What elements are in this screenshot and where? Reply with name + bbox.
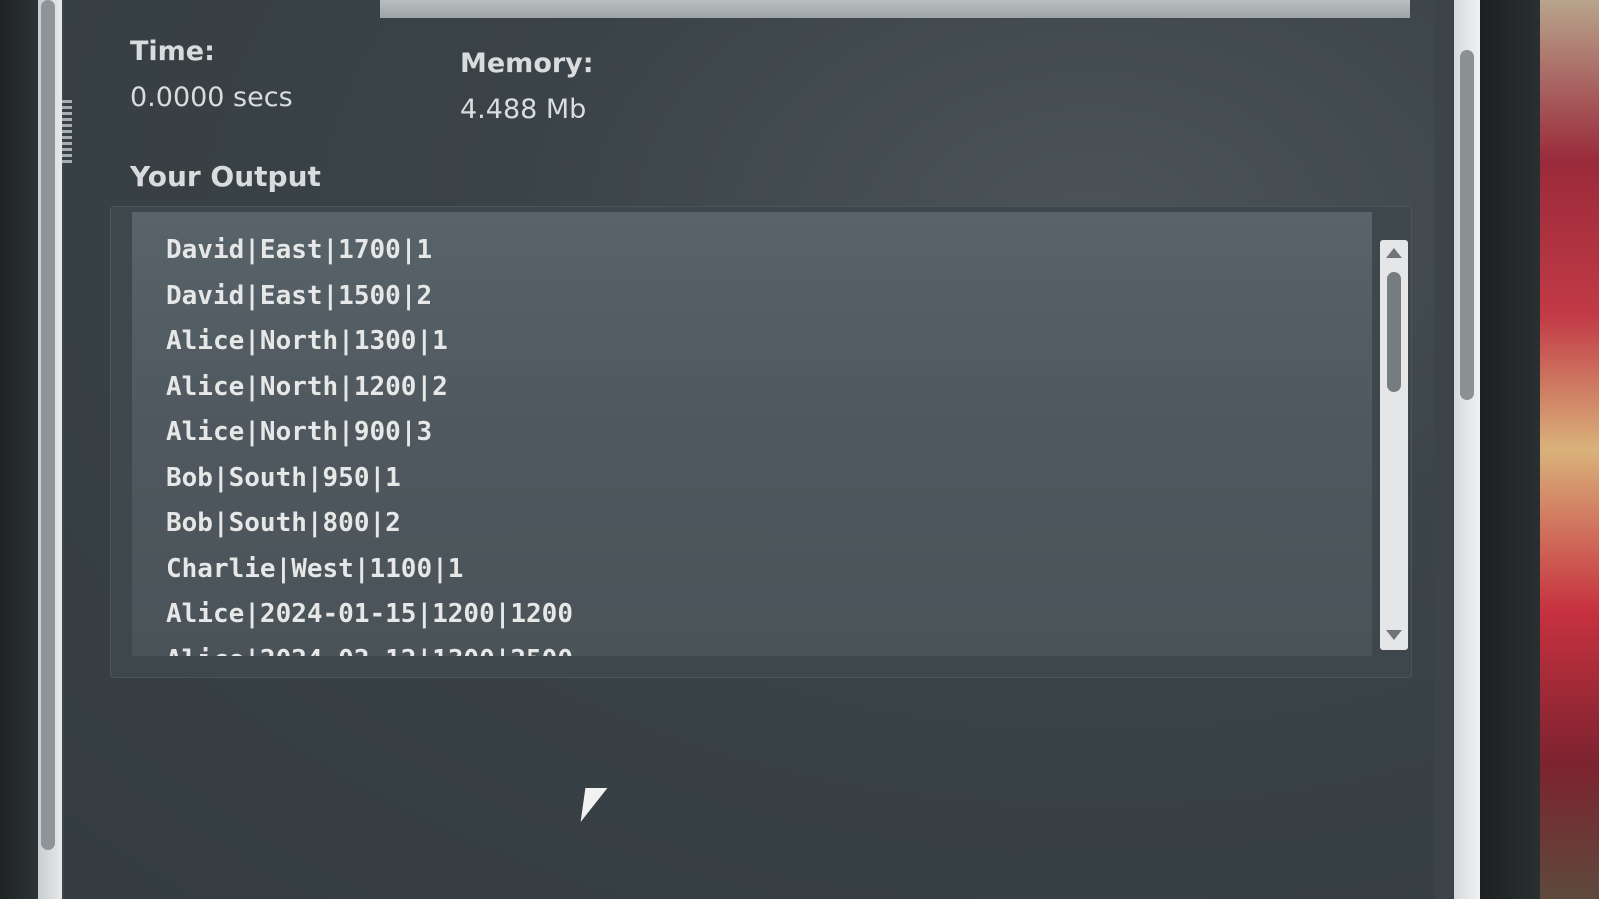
your-output-title: Your Output (130, 160, 321, 193)
chevron-down-icon[interactable] (1386, 630, 1402, 640)
output-line: Bob|South|800|2 (166, 508, 401, 538)
output-lines: David|East|1700|1 David|East|1500|2 Alic… (166, 228, 573, 656)
background-object (1540, 0, 1599, 899)
output-scrollbar-thumb[interactable] (1387, 272, 1401, 392)
page-scrollbar-left-thumb[interactable] (41, 0, 55, 850)
output-line: Alice|North|1300|1 (166, 326, 448, 356)
panel-top-bar (380, 0, 1410, 18)
time-label: Time: (130, 36, 215, 67)
memory-label: Memory: (460, 48, 594, 79)
memory-value: 4.488 Mb (460, 94, 587, 125)
monitor-bezel-left (0, 0, 38, 899)
page-scrollbar-right-thumb[interactable] (1460, 50, 1474, 400)
output-box[interactable]: David|East|1700|1 David|East|1500|2 Alic… (132, 212, 1372, 656)
output-line: David|East|1500|2 (166, 280, 433, 311)
output-line: Bob|South|950|1 (166, 462, 401, 493)
chevron-up-icon[interactable] (1386, 248, 1402, 258)
output-line: Charlie|West|1100|1 (166, 553, 464, 584)
output-line: David|East|1700|1 (166, 235, 433, 265)
monitor-bezel-right (1480, 0, 1540, 899)
output-line: Alice|2024-01-15|1200|1200 (166, 599, 573, 629)
time-value: 0.0000 secs (130, 82, 293, 113)
output-scrollbar[interactable] (1380, 240, 1408, 650)
resize-grip[interactable] (62, 100, 72, 166)
output-line: Alice|2024-02-12|1300|2500 (166, 638, 573, 657)
output-line: Alice|North|1200|2 (166, 371, 448, 402)
output-line: Alice|North|900|3 (166, 417, 433, 447)
photo-of-screen: Time: 0.0000 secs Memory: 4.488 Mb Your … (0, 0, 1599, 899)
